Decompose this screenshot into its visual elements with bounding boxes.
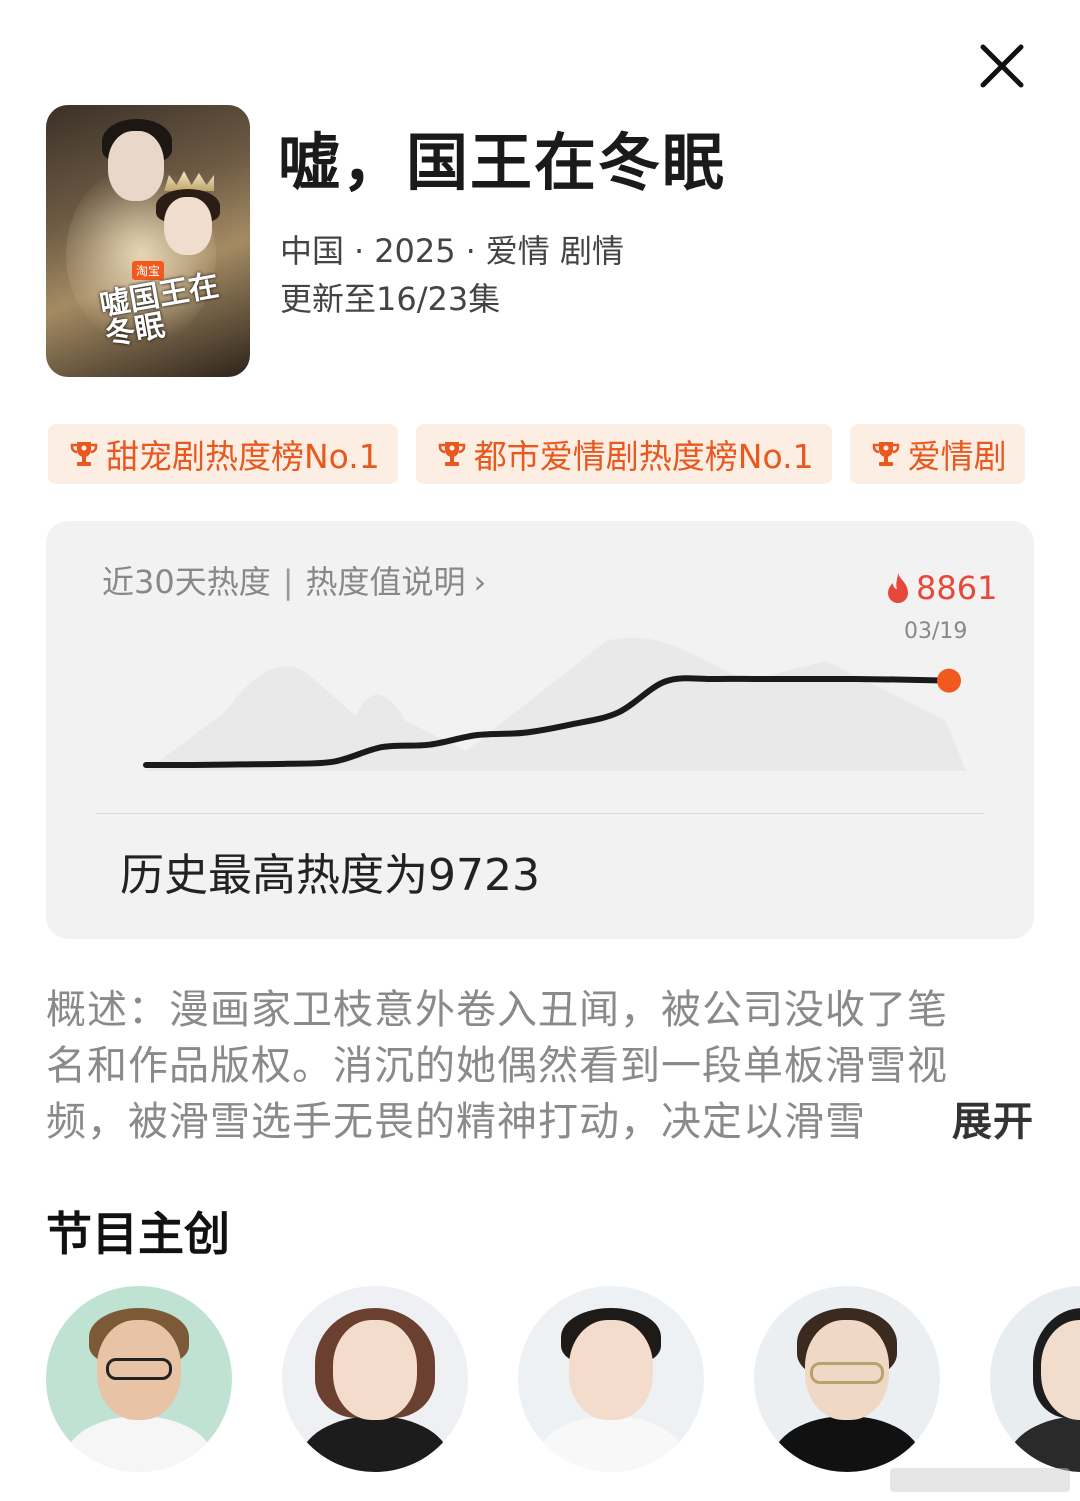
- show-year: 2025: [374, 232, 456, 270]
- creator-avatar[interactable]: [518, 1286, 704, 1472]
- trophy-icon: [438, 442, 466, 466]
- poster-image[interactable]: 淘宝 嘘国王在冬眠: [46, 105, 250, 377]
- heat-title-separator: |: [282, 563, 294, 601]
- heat-current-number: 8861: [916, 569, 998, 607]
- update-status: 更新至16/23集: [280, 280, 501, 318]
- summary-line: 名和作品版权。消沉的她偶然看到一段单板滑雪视: [46, 1043, 948, 1089]
- poster-figure-male: [108, 131, 164, 201]
- poster-figure-female: [164, 197, 212, 255]
- show-genres: 爱情 剧情: [485, 232, 624, 270]
- heat-divider: [96, 813, 984, 814]
- watermark: [890, 1468, 1070, 1492]
- trophy-icon: [872, 442, 899, 466]
- heat-header[interactable]: 近30天热度 | 热度值说明 ›: [102, 557, 486, 603]
- show-country: 中国: [280, 232, 345, 270]
- creator-avatar[interactable]: [46, 1286, 232, 1472]
- heat-card: 近30天热度 | 热度值说明 › 8861 03/19 历史最高热度为9723: [46, 521, 1034, 939]
- heat-last-point: [937, 668, 961, 693]
- avatar-body: [536, 1416, 686, 1472]
- show-summary: 概述：漫画家卫枝意外卷入丑闻，被公司没收了笔 名和作品版权。消沉的她偶然看到一段…: [46, 982, 1036, 1150]
- ranking-badge[interactable]: 爱情剧: [849, 424, 1025, 484]
- heat-title: 近30天热度: [102, 563, 271, 601]
- avatar-body: [300, 1416, 450, 1472]
- ranking-badge-label: 甜宠剧热度榜No.1: [106, 437, 380, 476]
- avatar-body: [772, 1416, 922, 1472]
- ranking-badge-label: 爱情剧: [907, 437, 1007, 476]
- creator-avatar[interactable]: [754, 1286, 940, 1472]
- ranking-badges: 甜宠剧热度榜No.1 都市爱情剧热度榜No.1 爱情剧: [48, 424, 1080, 484]
- ranking-badge[interactable]: 甜宠剧热度榜No.1: [48, 424, 398, 484]
- summary-line: 概述：漫画家卫枝意外卷入丑闻，被公司没收了笔: [46, 987, 948, 1033]
- avatar-body: [1008, 1416, 1080, 1472]
- heat-help-link[interactable]: 热度值说明: [306, 563, 466, 601]
- meta-separator: ·: [465, 232, 476, 270]
- summary-line: 频，被滑雪选手无畏的精神打动，决定以滑雪: [46, 1099, 866, 1145]
- expand-button[interactable]: 展开: [932, 1094, 1034, 1150]
- heat-current-date: 03/19: [904, 619, 968, 644]
- creator-avatar[interactable]: [282, 1286, 468, 1472]
- creators-section-title: 节目主创: [46, 1207, 230, 1261]
- show-meta: 中国 · 2025 · 爱情 剧情: [280, 226, 624, 272]
- show-title: 嘘，国王在冬眠: [278, 126, 727, 199]
- chart-background-mountains: [146, 637, 966, 771]
- creators-list: [46, 1286, 1080, 1476]
- heat-current-value: 8861: [884, 569, 997, 607]
- close-button[interactable]: [976, 40, 1028, 92]
- trophy-icon: [70, 442, 98, 466]
- avatar-face: [333, 1320, 417, 1420]
- avatar-face: [569, 1320, 653, 1420]
- glasses-icon: [106, 1358, 172, 1380]
- creator-avatar[interactable]: [990, 1286, 1080, 1472]
- ranking-badge-label: 都市爱情剧热度榜No.1: [473, 437, 814, 476]
- fire-icon: [888, 573, 908, 603]
- chevron-right-icon: ›: [473, 563, 487, 601]
- glasses-icon: [810, 1362, 884, 1384]
- meta-separator: ·: [354, 232, 365, 270]
- close-icon: [980, 44, 1024, 88]
- heat-record-text: 历史最高热度为9723: [120, 850, 540, 901]
- ranking-badge[interactable]: 都市爱情剧热度榜No.1: [415, 424, 832, 484]
- avatar-body: [64, 1416, 214, 1472]
